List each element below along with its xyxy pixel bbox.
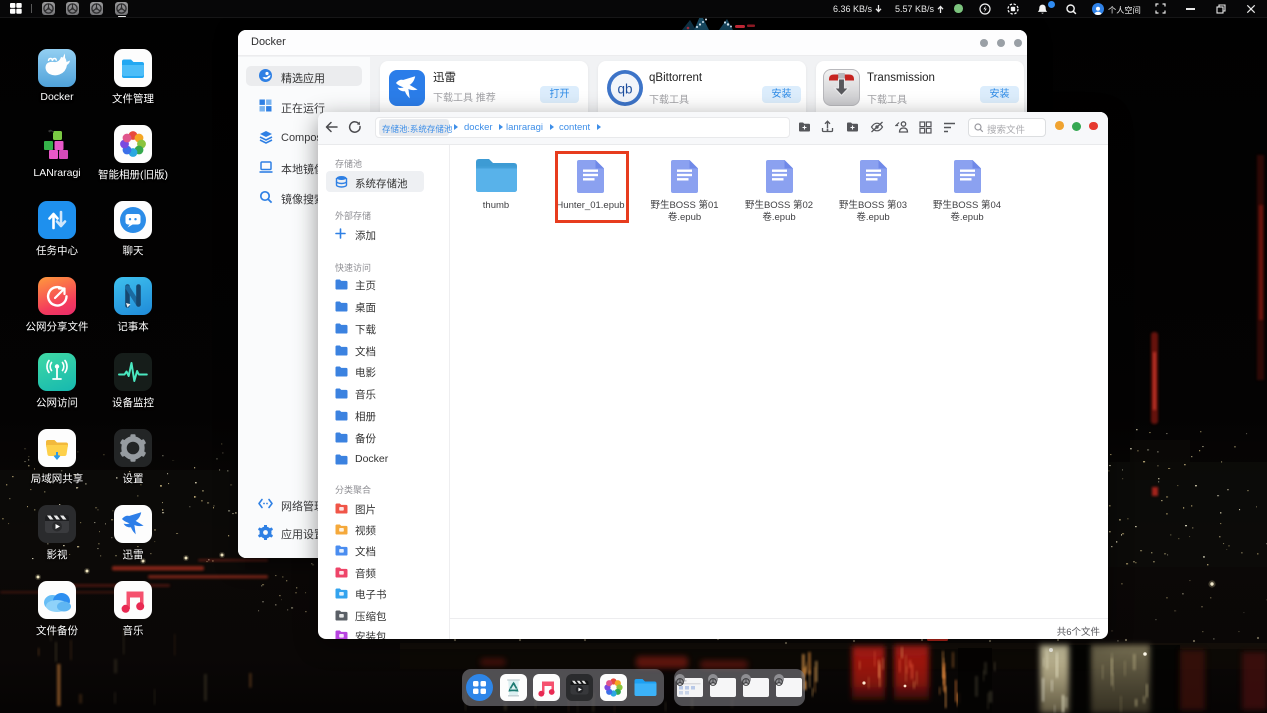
svg-text:qb: qb (617, 82, 632, 97)
